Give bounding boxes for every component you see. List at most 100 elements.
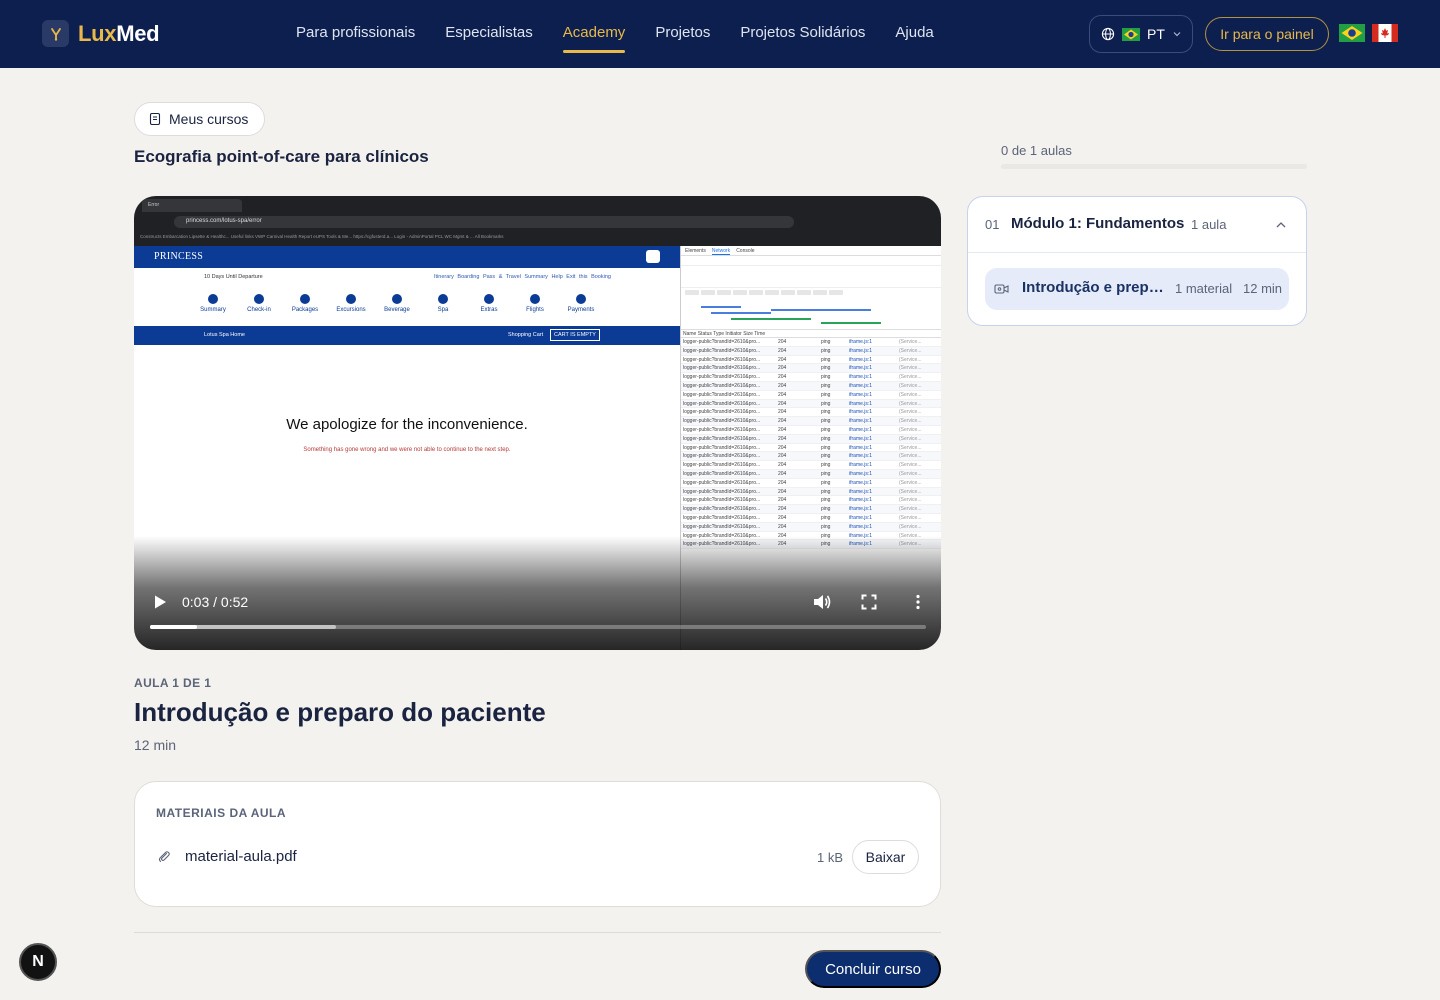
materials-label: MATERIAIS DA AULA [156,806,287,820]
video-devtools-headers: Name Status Type Initiator Size Time [681,330,941,338]
lesson-materials: MATERIAIS DA AULA material-aula.pdf 1 kB… [134,781,941,907]
nav-academy[interactable]: Academy [562,0,625,68]
video-devtools-tabs: Elements Network Console [681,246,941,256]
video-devtools-row: logger-public?brandId=2610&pro...204ping… [681,381,941,391]
video-devtools-row: logger-public?brandId=2610&pro...204ping… [681,452,941,462]
video-devtools-row: logger-public?brandId=2610&pro...204ping… [681,417,941,426]
lesson-kicker: AULA 1 DE 1 [134,676,212,690]
finish-course-button[interactable]: Concluir curso [805,950,941,988]
video-devtools-rows: logger-public?brandId=2610&pro... 204 ping… [681,338,941,550]
language-selector[interactable]: PT [1089,15,1193,53]
module-lesson-materials: 1 material [1175,281,1233,296]
video-seek-bar[interactable] [150,625,926,629]
more-options-icon[interactable] [913,594,923,610]
video-site-icon: Packages [286,294,324,313]
video-site-icon: Extras [470,294,508,313]
video-site-icon: Summary [194,294,232,313]
module-lesson-title: Introdução e preparo do paciente [1022,279,1167,296]
video-site-icons: Summary Check-in Packages Excursions Bev… [194,294,600,313]
video-devtools-row: logger-public?brandId=2610&pro...204ping… [681,487,941,497]
my-courses-label: Meus cursos [169,111,249,127]
module-title: Módulo 1: Fundamentos [1011,215,1185,232]
nav-projetos[interactable]: Projetos [655,0,710,68]
module-lesson-duration: 12 min [1243,281,1283,296]
book-icon [149,112,161,126]
flag-brazil-icon [1122,27,1140,41]
module-number: 01 [985,217,1000,232]
video-browser-url: princess.com/lotus-spa/error [174,216,794,228]
video-site-header: PRINCESS [134,246,680,268]
nav-projetos-solidarios[interactable]: Projetos Solidários [740,0,865,68]
video-player[interactable]: Error princess.com/lotus-spa/error Const… [134,196,941,650]
video-devtools-row: logger-public?brandId=2610&pro...204ping… [681,479,941,488]
play-icon[interactable] [152,594,168,610]
globe-icon [1101,27,1115,41]
video-site-icon: Check-in [240,294,278,313]
fullscreen-icon[interactable] [861,594,877,610]
flag-canada-icon[interactable] [1372,22,1398,44]
video-devtools-row: logger-public?brandId=2610&pro...204ping… [681,373,941,382]
video-devtools-row: logger-public?brandId=2610&pro...204ping… [681,496,941,506]
material-file-size: 1 kB [817,850,844,865]
video-played-bar [150,625,197,629]
video-site-days: 10 Days Until Departure [204,274,263,280]
video-devtools-timeline [681,298,941,330]
module-card: 01 Módulo 1: Fundamentos 1 aula Introduç… [967,196,1307,326]
video-devtools-row: logger-public?brandId=2610&pro...204ping… [681,356,941,365]
video-devtools-row: logger-public?brandId=2610&pro...204ping… [681,461,941,470]
video-devtools-row: logger-public?brandId=2610&pro...204ping… [681,505,941,514]
chevron-up-icon[interactable] [1274,218,1288,232]
video-site-search-icon [646,250,660,263]
material-file-name[interactable]: material-aula.pdf [185,848,297,865]
video-devtools-row: logger-public?brandId=2610&pro...204ping… [681,346,941,356]
video-browser-bookmarks: Constructs Embarcation Lipsette & Health… [140,234,504,239]
lesson-title: Introdução e preparo do paciente [134,697,546,727]
video-apology-text: Something has gone wrong and we were not… [303,447,511,453]
flag-brazil-icon[interactable] [1339,22,1365,44]
video-site-icon: Beverage [378,294,416,313]
lesson-duration: 12 min [134,737,177,753]
course-progress-bar [1001,164,1307,169]
video-browser-tab: Error [142,199,242,212]
luxmed-logo[interactable]: LuxMed [42,20,160,47]
nav-especialistas[interactable]: Especialistas [445,0,533,68]
nav-para-profissionais[interactable]: Para profissionais [296,0,415,68]
chevron-down-icon [1173,32,1181,37]
video-devtools-row: logger-public?brandId=2610&pro...204ping… [681,444,941,453]
go-to-panel-button[interactable]: Ir para o painel [1205,17,1329,51]
dev-tools-badge[interactable]: N [19,943,57,981]
my-courses-button[interactable]: Meus cursos [134,102,265,136]
video-site-icon: Payments [562,294,600,313]
logo-wordmark: LuxMed [78,20,160,46]
divider [134,932,941,933]
course-progress-text: 0 de 1 aulas [1001,143,1072,158]
video-time: 0:03 / 0:52 [182,594,249,610]
top-navigation: LuxMed Para profissionais Especialistas … [0,0,1440,68]
video-camera-icon [994,284,1009,294]
video-site-icon: Spa [424,294,462,313]
video-devtools-row: logger-public?brandId=2610&pro...204ping… [681,399,941,409]
video-site-brand: PRINCESS [154,251,204,262]
module-header[interactable]: 01 Módulo 1: Fundamentos 1 aula [968,197,1306,253]
video-devtools-row: logger-public?brandId=2610&pro...204ping… [681,364,941,374]
language-code: PT [1147,26,1165,42]
video-site-links: Itinerary Boarding Pass & Travel Summary… [434,274,611,280]
video-devtools-row: logger-public?brandId=2610&pro...204ping… [681,338,941,347]
video-apology-heading: We apologize for the inconvenience. [286,416,528,433]
module-lesson-count: 1 aula [1191,217,1227,232]
video-devtools-row: logger-public?brandId=2610&pro...204ping… [681,514,941,523]
video-devtools-row: logger-public?brandId=2610&pro...204ping… [681,434,941,444]
video-devtools-row: logger-public?brandId=2610&pro...204ping… [681,408,941,418]
nav-ajuda[interactable]: Ajuda [895,0,933,68]
video-devtools-row: logger-public?brandId=2610&pro...204ping… [681,522,941,532]
video-devtools-row: logger-public?brandId=2610&pro...204ping… [681,426,941,435]
video-site-icon: Flights [516,294,554,313]
volume-icon[interactable] [812,593,832,611]
video-browser-chrome: Error princess.com/lotus-spa/error Const… [134,196,941,246]
video-site-bar: Lotus Spa Home Shopping Cart CART IS EMP… [134,326,680,345]
course-title: Ecografia point-of-care para clínicos [134,147,429,166]
module-lesson-item[interactable]: Introdução e preparo do paciente 1 mater… [985,268,1289,310]
paperclip-icon [158,851,170,863]
download-button[interactable]: Baixar [852,840,919,874]
main-nav: Para profissionais Especialistas Academy… [296,0,964,68]
